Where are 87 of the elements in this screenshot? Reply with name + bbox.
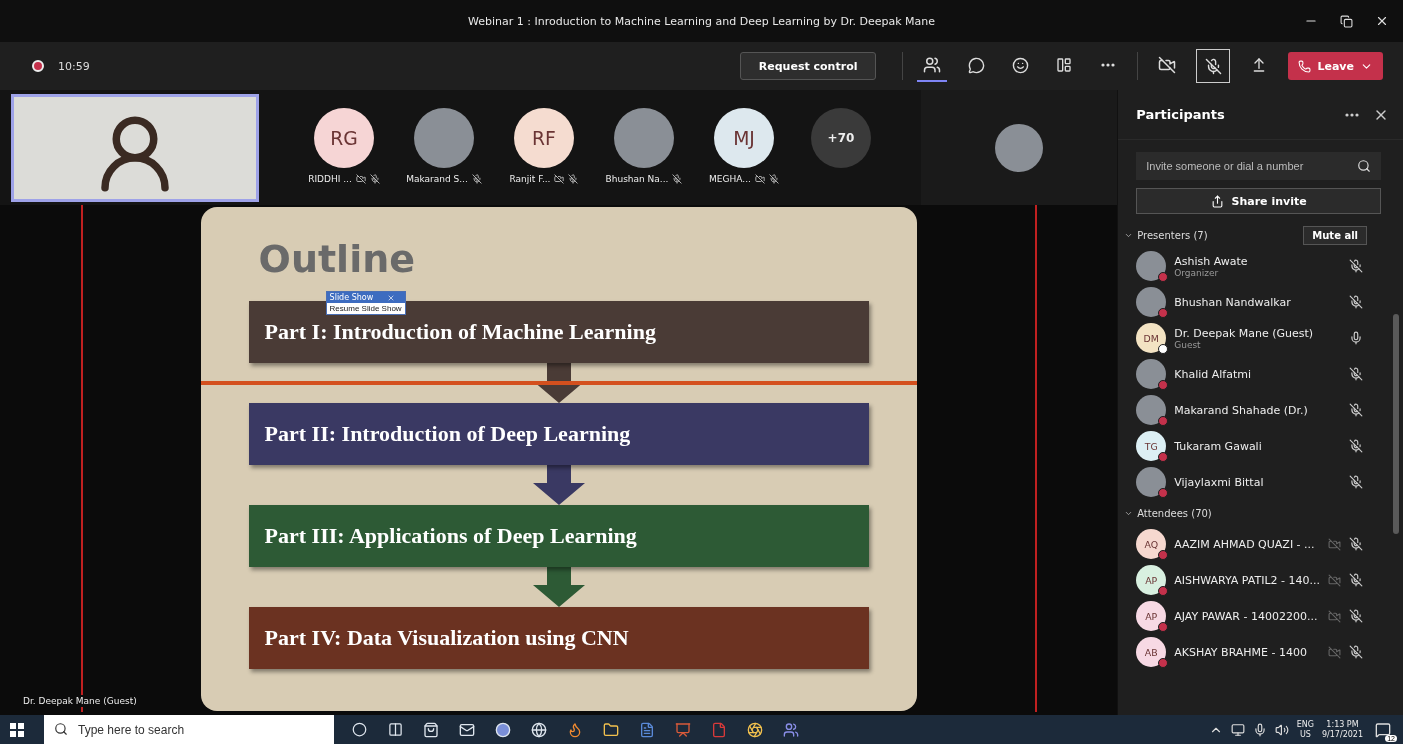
participant-name: Ranjit F... bbox=[509, 174, 551, 184]
request-control-button[interactable]: Request control bbox=[739, 52, 877, 80]
region: US bbox=[1299, 729, 1311, 740]
avatar: RF bbox=[514, 108, 574, 168]
chat-icon bbox=[967, 56, 985, 74]
layout-icon bbox=[1056, 57, 1073, 73]
phone-icon bbox=[1298, 59, 1312, 73]
avatar: AQ bbox=[1136, 529, 1167, 559]
participant-row[interactable]: Makarand Shahade (Dr.) bbox=[1118, 392, 1403, 428]
more-participants[interactable]: +70 bbox=[811, 108, 871, 168]
participant-role: Guest bbox=[1174, 339, 1202, 350]
smile-icon bbox=[1011, 56, 1029, 74]
panel-title: Participants bbox=[1136, 107, 1226, 122]
photo-placeholder bbox=[1136, 251, 1167, 281]
people-icon bbox=[923, 56, 942, 74]
taskbar-search-field[interactable]: Type here to search bbox=[44, 715, 334, 744]
photo-placeholder bbox=[1136, 287, 1167, 317]
photo-placeholder bbox=[1136, 395, 1167, 425]
clock-date: 9/17/2021 bbox=[1321, 729, 1363, 740]
volume-icon[interactable] bbox=[1274, 722, 1289, 737]
participant-name: Ashish Awate bbox=[1174, 254, 1249, 268]
avatar: AP bbox=[1136, 565, 1167, 595]
invite-field[interactable]: Invite someone or dial a number bbox=[1136, 152, 1381, 180]
photo-placeholder bbox=[1136, 467, 1167, 497]
participant-row[interactable]: AP AISHWARYA PATIL2 - 140... bbox=[1118, 562, 1403, 598]
participant-name: Makarand S... bbox=[406, 174, 468, 184]
share-icon bbox=[1210, 194, 1224, 208]
language: ENG bbox=[1296, 719, 1314, 730]
participant-name: Tukaram Gawali bbox=[1174, 439, 1263, 453]
share-invite-button[interactable]: Share invite bbox=[1136, 188, 1381, 214]
search-icon bbox=[1357, 159, 1371, 173]
toolbar-title: Slide Show bbox=[329, 293, 374, 302]
participant-name: AISHWARYA PATIL2 - 140... bbox=[1174, 573, 1320, 587]
avatar: AP bbox=[1136, 601, 1167, 631]
participant-row[interactable]: Ashish Awate Organizer bbox=[1118, 248, 1403, 284]
section-title: Presenters (7) bbox=[1137, 229, 1209, 241]
clock-time: 1:13 PM bbox=[1326, 719, 1359, 730]
slide-title: Outline bbox=[258, 237, 415, 281]
participant-row[interactable]: AB AKSHAY BRAHME - 1400 bbox=[1118, 634, 1403, 670]
participant-row[interactable]: AP AJAY PAWAR - 14002200... bbox=[1118, 598, 1403, 634]
avatar: TG bbox=[1136, 431, 1167, 461]
mute-all-button[interactable]: Mute all bbox=[1303, 225, 1367, 245]
avatar: AB bbox=[1136, 637, 1167, 667]
mic-off-button[interactable] bbox=[1196, 49, 1231, 83]
mic-off-icon bbox=[1204, 57, 1222, 75]
restore-icon[interactable] bbox=[1340, 14, 1353, 28]
close-icon[interactable] bbox=[1375, 14, 1389, 28]
down-arrow bbox=[532, 567, 585, 607]
meeting-timer: 10:59 bbox=[58, 59, 90, 73]
mic-icon[interactable] bbox=[1252, 722, 1267, 737]
participant-name: AAZIM AHMAD QUAZI - ... bbox=[1174, 537, 1316, 551]
more-icon bbox=[1101, 63, 1116, 67]
camera-off-icon bbox=[1158, 56, 1177, 74]
participant-name: Vijaylaxmi Bittal bbox=[1174, 475, 1265, 489]
participant-row[interactable]: Bhushan Nandwalkar bbox=[1118, 284, 1403, 320]
search-icon bbox=[54, 722, 68, 736]
participant-name: AJAY PAWAR - 14002200... bbox=[1174, 609, 1319, 623]
participant-name: Khalid Alfatmi bbox=[1174, 367, 1252, 381]
participant-row[interactable]: AQ AAZIM AHMAD QUAZI - ... bbox=[1118, 526, 1403, 562]
participant-name: RIDDHI ... bbox=[308, 174, 352, 184]
avatar: RG bbox=[314, 108, 374, 168]
avatar: DM bbox=[1136, 323, 1167, 353]
window-title: Webinar 1 : Inroduction to Machine Learning and Deep Learning by Dr. Deepak Mane bbox=[467, 14, 936, 28]
down-arrow bbox=[532, 465, 585, 505]
section-title: Attendees (70) bbox=[1137, 507, 1213, 519]
windows-logo-icon[interactable] bbox=[10, 722, 24, 737]
outline-bar: Part II: Introduction of Deep Learning bbox=[248, 403, 869, 465]
participant-name: MEGHA... bbox=[709, 174, 751, 184]
leave-button[interactable]: Leave bbox=[1288, 52, 1383, 80]
more-icon[interactable] bbox=[1345, 112, 1359, 117]
network-icon[interactable] bbox=[1230, 722, 1245, 737]
outline-bar: Part III: Applications of Deep Learning bbox=[248, 505, 869, 567]
participant-row[interactable]: Khalid Alfatmi bbox=[1118, 356, 1403, 392]
participant-name: Bhushan Nandwalkar bbox=[1174, 295, 1292, 309]
photo-placeholder bbox=[414, 108, 474, 168]
participant-role: Organizer bbox=[1174, 267, 1220, 278]
participant-row[interactable]: Vijaylaxmi Bittal bbox=[1118, 464, 1403, 500]
participant-name: Dr. Deepak Mane (Guest) bbox=[1174, 326, 1315, 340]
photo-placeholder bbox=[614, 108, 674, 168]
photo-placeholder bbox=[1136, 359, 1167, 389]
participant-name: Makarand Shahade (Dr.) bbox=[1174, 403, 1309, 417]
participant-name: AKSHAY BRAHME - 1400 bbox=[1174, 645, 1309, 659]
participant-row[interactable]: TG Tukaram Gawali bbox=[1118, 428, 1403, 464]
participant-row[interactable]: DM Dr. Deepak Mane (Guest) Guest bbox=[1118, 320, 1403, 356]
avatar: MJ bbox=[714, 108, 774, 168]
outline-bar: Part IV: Data Visualization using CNN bbox=[248, 607, 869, 669]
participant-name: Bhushan Na... bbox=[605, 174, 669, 184]
